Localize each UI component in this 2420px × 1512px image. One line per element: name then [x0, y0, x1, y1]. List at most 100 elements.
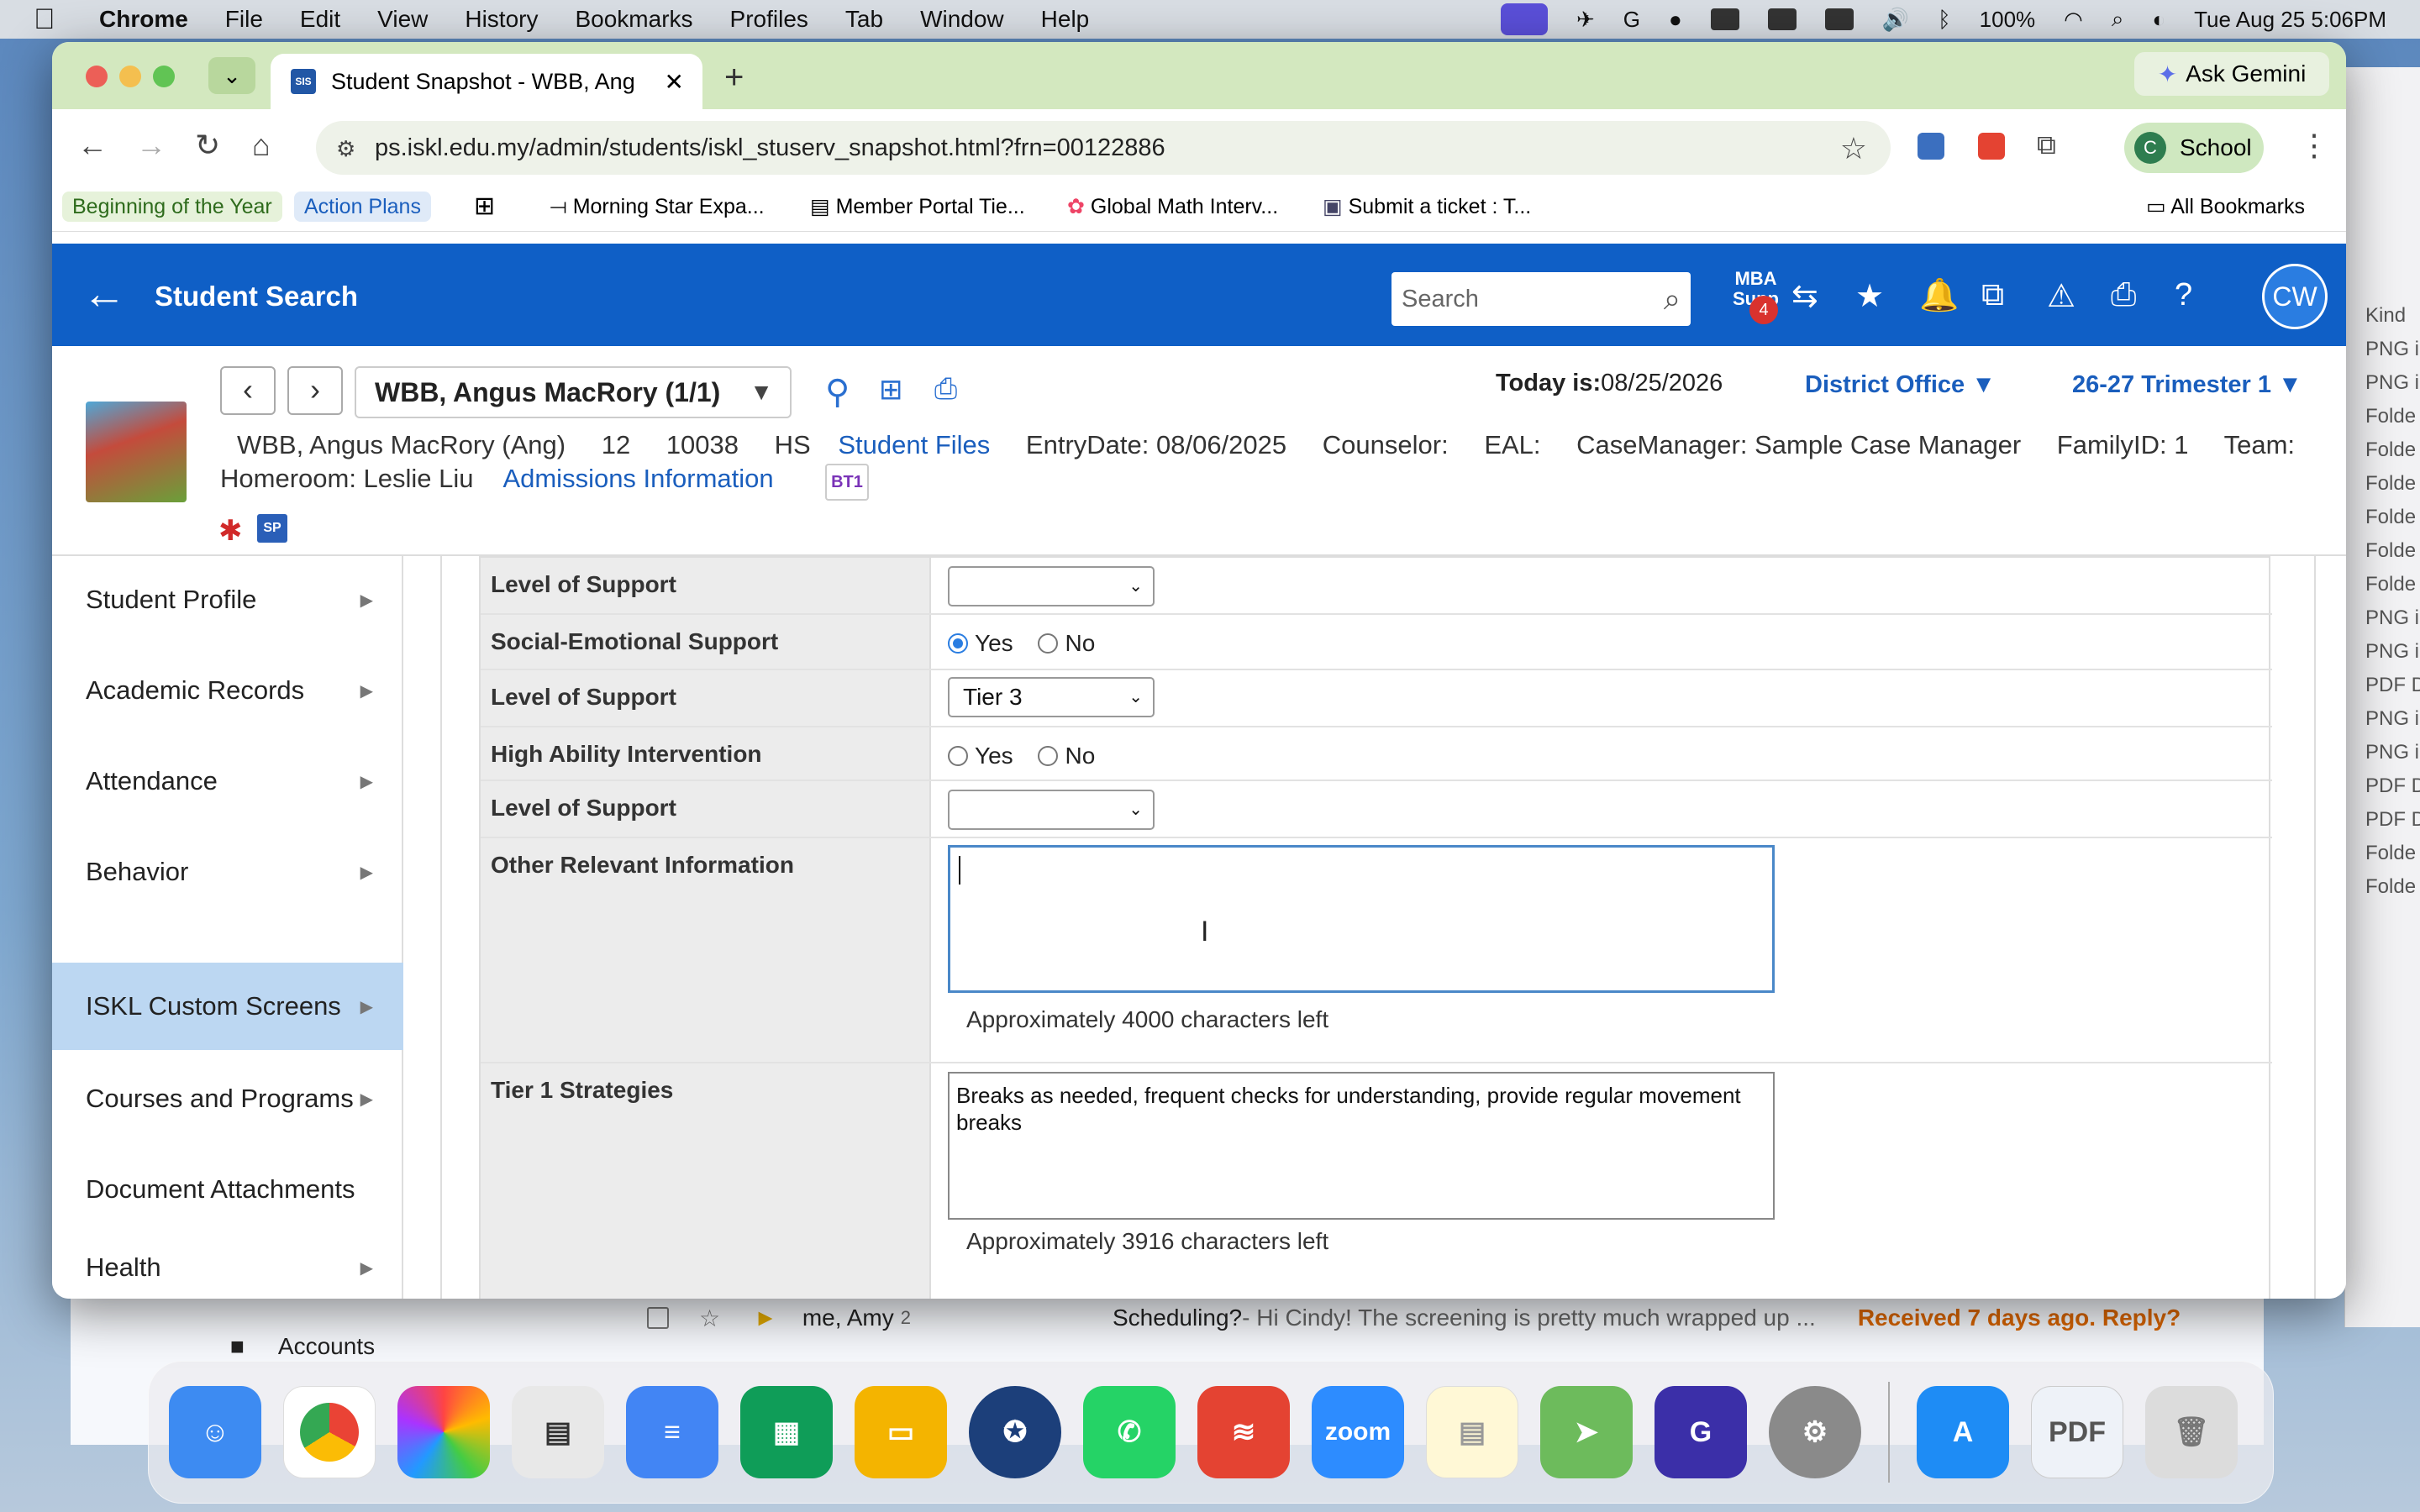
sp-badge[interactable]: SP: [257, 514, 287, 543]
back-icon[interactable]: ←: [77, 128, 108, 163]
sidebar-item-health[interactable]: Health ▶: [52, 1236, 403, 1299]
chrome-menu-icon[interactable]: ⋮: [2299, 128, 2329, 163]
system-settings-icon[interactable]: ⚙: [1769, 1386, 1861, 1478]
grammarly-icon[interactable]: G: [1623, 7, 1640, 33]
extensions-puzzle-icon[interactable]: ⧉: [2037, 129, 2056, 161]
menu-help[interactable]: Help: [1041, 6, 1090, 33]
fullscreen-window-button[interactable]: [153, 66, 175, 87]
email-row[interactable]: ☆ ► me, Amy 2 Scheduling? - Hi Cindy! Th…: [647, 1294, 2181, 1342]
social-emotional-no-radio[interactable]: [1038, 633, 1059, 654]
important-marker-icon[interactable]: ►: [754, 1305, 777, 1331]
level-of-support-select-1[interactable]: ⌄: [948, 566, 1155, 606]
trash-icon[interactable]: 🗑: [2145, 1386, 2238, 1478]
extension-todoist-icon[interactable]: [1978, 133, 2005, 160]
print-student-icon[interactable]: ⎙: [934, 373, 971, 410]
todoist-icon[interactable]: ≋: [1197, 1386, 1290, 1478]
level-of-support-select-3[interactable]: ⌄: [948, 790, 1155, 830]
sidebar-item-student-profile[interactable]: Student Profile ▶: [52, 556, 403, 643]
datetime[interactable]: Tue Aug 25 5:06PM: [2194, 7, 2386, 33]
school-app-icon[interactable]: ✪: [969, 1386, 1061, 1478]
location-pin-icon[interactable]: ⚲: [825, 373, 862, 411]
volume-icon[interactable]: 🔊: [1882, 7, 1909, 33]
menu-view[interactable]: View: [377, 6, 428, 33]
header-search-input[interactable]: Search ⌕: [1392, 272, 1691, 326]
medical-alert-icon[interactable]: ✱: [218, 514, 243, 548]
admissions-information-link[interactable]: Admissions Information: [502, 464, 773, 493]
district-selector[interactable]: District Office ▼: [1805, 371, 1996, 399]
student-files-link[interactable]: Student Files: [838, 430, 990, 459]
zoom-icon[interactable]: zoom: [1312, 1386, 1404, 1478]
home-icon[interactable]: ⌂: [252, 128, 271, 163]
term-selector[interactable]: 26-27 Trimester 1 ▼: [2072, 371, 2302, 399]
bookmark-member-portal[interactable]: ▤ Member Portal Tie...: [800, 192, 1035, 222]
chat-status-icon[interactable]: [1710, 8, 1739, 30]
extension-upload-icon[interactable]: [1918, 133, 1944, 160]
menu-tab[interactable]: Tab: [845, 6, 883, 33]
menu-history[interactable]: History: [465, 6, 538, 33]
other-relevant-info-textarea[interactable]: I: [948, 845, 1775, 993]
google-slides-icon[interactable]: ▭: [855, 1386, 947, 1478]
social-emotional-yes-radio[interactable]: [948, 633, 968, 654]
sidebar-item-attendance[interactable]: Attendance ▶: [52, 738, 403, 825]
site-info-icon[interactable]: ⚙: [336, 136, 355, 162]
search-icon[interactable]: ⌕: [1664, 272, 1681, 326]
star-icon[interactable]: ☆: [699, 1305, 720, 1332]
google-sheets-icon[interactable]: ▦: [740, 1386, 833, 1478]
sidebar-item-iskl-custom-screens[interactable]: ISKL Custom Screens ▶: [52, 963, 403, 1050]
bookmark-beginning-of-year[interactable]: Beginning of the Year: [62, 192, 282, 222]
screen-share-icon[interactable]: [1500, 3, 1548, 35]
page-title[interactable]: Student Search: [155, 281, 358, 312]
ask-gemini-button[interactable]: ✦ Ask Gemini: [2134, 52, 2329, 96]
google-docs-icon[interactable]: ≡: [626, 1386, 718, 1478]
menu-file[interactable]: File: [225, 6, 263, 33]
student-selector[interactable]: WBB, Angus MacRory (1/1) ▼: [355, 366, 792, 418]
notifications-bell-icon[interactable]: 🔔: [1919, 277, 1959, 314]
notes-icon[interactable]: ▤: [1426, 1386, 1518, 1478]
all-bookmarks[interactable]: ▭ All Bookmarks: [2136, 192, 2315, 222]
finder-icon[interactable]: ☺: [169, 1386, 261, 1478]
bookmark-global-math[interactable]: ✿ Global Math Interv...: [1057, 192, 1288, 222]
close-window-button[interactable]: [86, 66, 108, 87]
schedule-grid-icon[interactable]: ⊞: [879, 373, 916, 410]
next-student-button[interactable]: ›: [287, 366, 343, 415]
tab-student-snapshot[interactable]: SIS Student Snapshot - WBB, Ang ✕: [271, 54, 702, 109]
photos-icon[interactable]: [397, 1386, 490, 1478]
address-bar[interactable]: ⚙ ps.iskl.edu.my/admin/students/iskl_stu…: [316, 121, 1891, 175]
keyboard-status-icon[interactable]: [1824, 8, 1854, 30]
bt1-badge[interactable]: BT1: [825, 464, 869, 501]
sidebar-item-behavior[interactable]: Behavior ▶: [52, 828, 403, 916]
email-checkbox[interactable]: [647, 1307, 669, 1329]
bookmark-action-plans[interactable]: Action Plans: [294, 192, 431, 222]
sidebar-item-courses-programs[interactable]: Courses and Programs ▶: [52, 1055, 403, 1142]
user-avatar[interactable]: CW: [2262, 264, 2328, 329]
menu-profiles[interactable]: Profiles: [730, 6, 808, 33]
apple-menu-icon[interactable]: : [34, 3, 62, 36]
keynote-icon[interactable]: ▤: [512, 1386, 604, 1478]
bluetooth-icon[interactable]: ᛒ: [1938, 7, 1951, 33]
print-icon[interactable]: ⎙: [2111, 277, 2136, 313]
external-link-icon[interactable]: ⧉: [1981, 277, 2004, 313]
alert-triangle-icon[interactable]: ⚠: [2047, 277, 2075, 315]
high-ability-yes-radio[interactable]: [948, 745, 968, 766]
apps-grid-icon[interactable]: ⊞: [464, 192, 505, 222]
reload-icon[interactable]: ↻: [195, 128, 220, 163]
sidebar-item-academic-records[interactable]: Academic Records ▶: [52, 647, 403, 734]
high-ability-no-radio[interactable]: [1038, 745, 1059, 766]
wifi-icon[interactable]: ◠: [2064, 7, 2083, 33]
back-arrow-icon[interactable]: ←: [82, 269, 126, 319]
close-tab-icon[interactable]: ✕: [665, 68, 684, 96]
bookmark-morning-star[interactable]: ⟞ Morning Star Expa...: [539, 192, 775, 222]
maps-icon[interactable]: ➤: [1540, 1386, 1633, 1478]
menu-bookmarks[interactable]: Bookmarks: [575, 6, 692, 33]
switch-arrows-icon[interactable]: ⇆: [1791, 277, 1818, 315]
menu-window[interactable]: Window: [920, 6, 1004, 33]
notes-status-icon[interactable]: [1767, 8, 1797, 30]
tab-search-chevron-icon[interactable]: ⌄: [208, 57, 255, 94]
whatsapp-icon[interactable]: ✆: [1083, 1386, 1176, 1478]
bookmark-star-icon[interactable]: ☆: [1840, 131, 1867, 166]
chrome-icon[interactable]: [283, 1386, 376, 1478]
zoom-status-icon[interactable]: ●: [1669, 7, 1682, 33]
app-store-icon[interactable]: A: [1917, 1386, 2009, 1478]
sidebar-item-document-attachments[interactable]: Document Attachments: [52, 1146, 403, 1233]
profile-button[interactable]: C School: [2124, 123, 2264, 173]
